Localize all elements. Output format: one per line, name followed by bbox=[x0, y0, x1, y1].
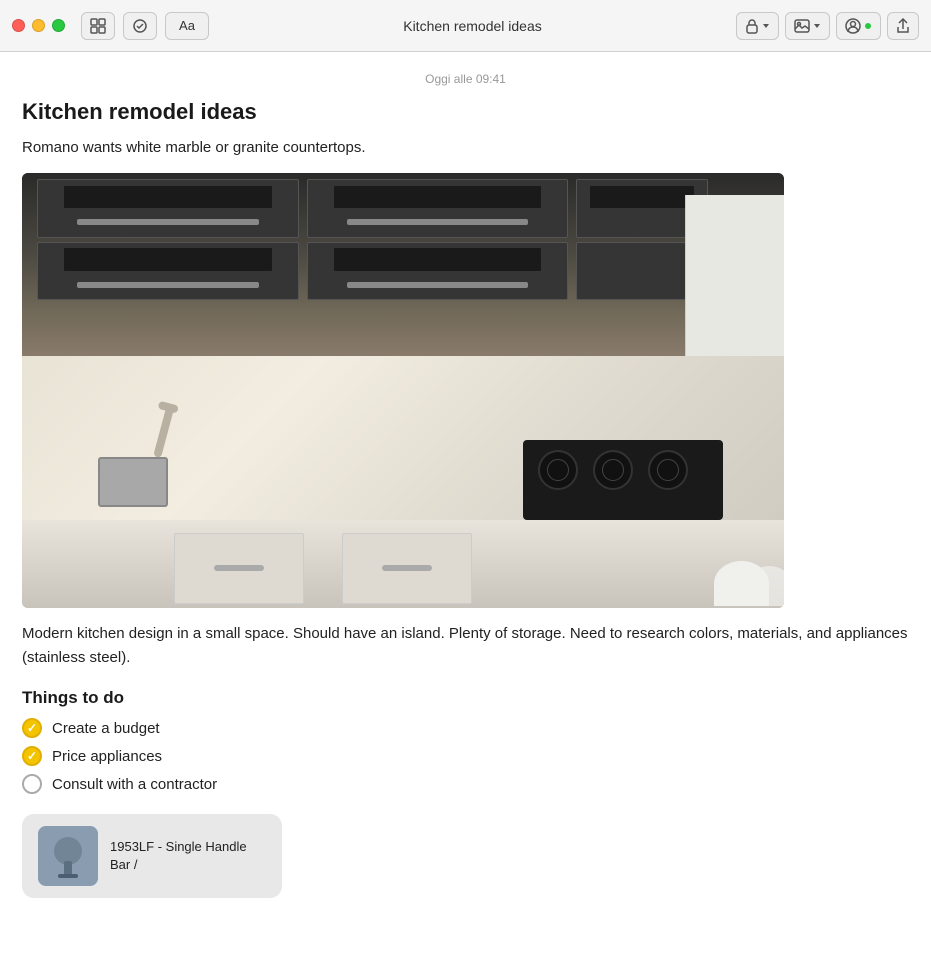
toolbar-right bbox=[736, 12, 919, 40]
share-button[interactable] bbox=[887, 12, 919, 40]
checkbox-2[interactable] bbox=[22, 746, 42, 766]
note-content: Oggi alle 09:41 Kitchen remodel ideas Ro… bbox=[0, 52, 931, 968]
checklist-item-1[interactable]: Create a budget bbox=[22, 718, 909, 738]
checklist-button[interactable] bbox=[123, 12, 157, 40]
bottom-card[interactable]: 1953LF - Single Handle Bar / bbox=[22, 814, 282, 898]
checkbox-3[interactable] bbox=[22, 774, 42, 794]
format-label: Aa bbox=[179, 18, 195, 33]
checklist-item-3[interactable]: Consult with a contractor bbox=[22, 774, 909, 794]
note-title: Kitchen remodel ideas bbox=[22, 98, 909, 127]
timestamp: Oggi alle 09:41 bbox=[22, 72, 909, 86]
checklist-item-2-text: Price appliances bbox=[52, 748, 162, 765]
maximize-button[interactable] bbox=[52, 19, 65, 32]
checklist-item-3-text: Consult with a contractor bbox=[52, 776, 217, 793]
card-title: 1953LF - Single Handle Bar / bbox=[110, 838, 266, 874]
grid-view-button[interactable] bbox=[81, 12, 115, 40]
close-button[interactable] bbox=[12, 19, 25, 32]
checklist: Create a budget Price appliances Consult… bbox=[22, 718, 909, 794]
kitchen-image bbox=[22, 173, 784, 608]
note-subtitle: Romano wants white marble or granite cou… bbox=[22, 137, 909, 160]
checklist-item-1-text: Create a budget bbox=[52, 720, 160, 737]
traffic-lights bbox=[12, 19, 65, 32]
lock-button[interactable] bbox=[736, 12, 779, 40]
checkbox-1[interactable] bbox=[22, 718, 42, 738]
format-button[interactable]: Aa bbox=[165, 12, 209, 40]
gallery-button[interactable] bbox=[785, 12, 830, 40]
collab-button[interactable] bbox=[836, 12, 881, 40]
checklist-item-2[interactable]: Price appliances bbox=[22, 746, 909, 766]
section-heading: Things to do bbox=[22, 688, 909, 708]
note-body: Modern kitchen design in a small space. … bbox=[22, 622, 909, 670]
window-title: Kitchen remodel ideas bbox=[217, 18, 728, 34]
card-thumbnail bbox=[38, 826, 98, 886]
titlebar: Aa Kitchen remodel ideas bbox=[0, 0, 931, 52]
minimize-button[interactable] bbox=[32, 19, 45, 32]
